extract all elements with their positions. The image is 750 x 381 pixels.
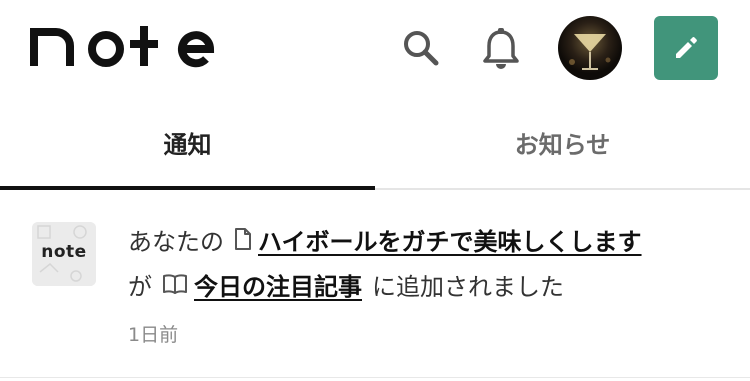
pencil-icon bbox=[676, 37, 697, 58]
notification-connector: が bbox=[128, 272, 152, 301]
notification-prefix: あなたの bbox=[128, 227, 224, 256]
note-logo[interactable] bbox=[30, 22, 230, 74]
avatar-image bbox=[558, 16, 622, 80]
app-header bbox=[0, 0, 750, 96]
notification-timestamp: 1日前 bbox=[128, 324, 179, 346]
active-tab-indicator bbox=[0, 186, 375, 190]
magazine-icon bbox=[162, 273, 188, 295]
tab-announcements-label: お知らせ bbox=[514, 130, 611, 159]
notification-suffix: に追加されました bbox=[372, 272, 564, 301]
tab-bar: 通知 お知らせ bbox=[0, 96, 750, 190]
thumbnail-logo-text: note bbox=[41, 242, 87, 262]
magazine-title-link[interactable]: 今日の注目記事 bbox=[194, 267, 362, 302]
article-icon bbox=[234, 227, 252, 251]
notification-line-1: あなたの ハイボールをガチで美味しくします bbox=[128, 222, 642, 256]
notification-item[interactable]: note あなたの ハイボールをガチで美味しくします が 今日の注目記事 に追加… bbox=[0, 192, 750, 378]
bell-icon bbox=[483, 28, 519, 69]
tab-notifications[interactable]: 通知 bbox=[0, 96, 375, 188]
notification-button[interactable] bbox=[476, 22, 526, 74]
post-button[interactable] bbox=[654, 16, 718, 80]
article-title-link[interactable]: ハイボールをガチで美味しくします bbox=[258, 222, 642, 257]
tab-announcements[interactable]: お知らせ bbox=[375, 96, 750, 188]
user-avatar[interactable] bbox=[558, 16, 622, 80]
tab-notifications-label: 通知 bbox=[163, 130, 212, 159]
search-button[interactable] bbox=[396, 22, 446, 74]
notification-thumbnail: note bbox=[32, 222, 96, 286]
notification-line-2: が 今日の注目記事 に追加されました bbox=[128, 267, 564, 301]
search-icon bbox=[404, 31, 439, 66]
